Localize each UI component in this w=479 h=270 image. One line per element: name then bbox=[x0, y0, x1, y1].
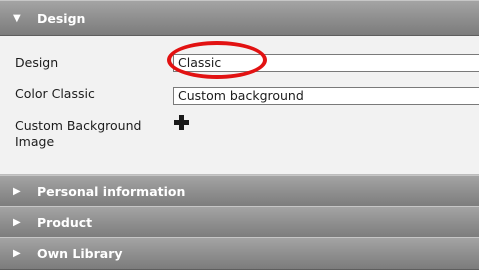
custom-background-image-label: Custom Background Image bbox=[15, 118, 142, 149]
triangle-right-icon: ▶ bbox=[13, 186, 21, 197]
design-panel: Design Classic Color Classic Custom back… bbox=[0, 36, 479, 175]
design-select[interactable]: Classic bbox=[173, 54, 479, 72]
section-header-own-library[interactable]: ▶ Own Library bbox=[0, 237, 479, 270]
section-title-product: Product bbox=[37, 215, 93, 230]
section-header-personal-information[interactable]: ▶ Personal information bbox=[0, 175, 479, 208]
plus-icon[interactable] bbox=[173, 114, 190, 131]
section-title-design: Design bbox=[37, 10, 86, 26]
design-label: Design bbox=[15, 55, 59, 70]
color-classic-label: Color Classic bbox=[15, 86, 95, 101]
triangle-down-icon: ▼ bbox=[13, 12, 21, 24]
section-header-design[interactable]: ▼ Design bbox=[0, 0, 479, 36]
color-classic-select[interactable]: Custom background bbox=[173, 87, 479, 105]
section-title-personal-information: Personal information bbox=[37, 184, 186, 199]
section-header-product[interactable]: ▶ Product bbox=[0, 206, 479, 239]
section-title-own-library: Own Library bbox=[37, 246, 123, 261]
triangle-right-icon: ▶ bbox=[13, 217, 21, 228]
triangle-right-icon: ▶ bbox=[13, 248, 21, 259]
